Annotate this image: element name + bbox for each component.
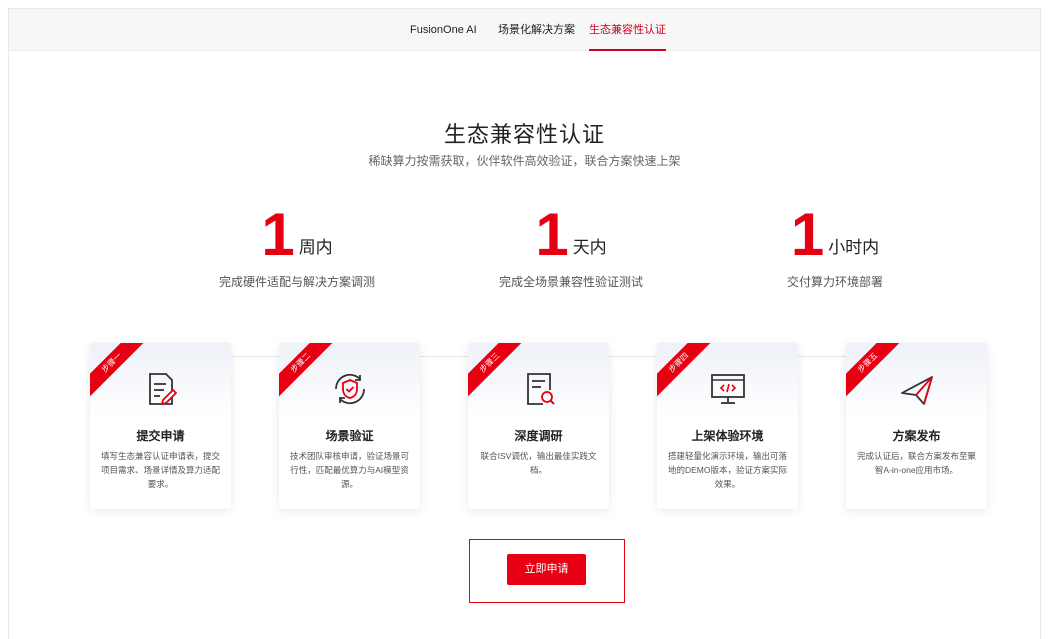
stat-unit: 天内 [572, 238, 607, 257]
stat-hour: 1 小时内 交付算力环境部署 [705, 205, 965, 290]
step-title: 提交申请 [136, 429, 185, 443]
step-description: 联合ISV调优，输出最佳实践文档。 [480, 451, 597, 475]
stat-description: 完成全场景兼容性验证测试 [498, 275, 643, 289]
step-card-research: 步骤三 深度调研 联合ISV调优，输出最佳实践文档。 [468, 343, 609, 509]
stat-week: 1 周内 完成硬件适配与解决方案调测 [167, 205, 427, 290]
stat-unit: 周内 [298, 238, 333, 257]
stat-number: 1 [790, 201, 825, 268]
stat-number: 1 [261, 201, 295, 268]
step-title: 场景验证 [325, 429, 374, 443]
step-card-publish: 步骤五 方案发布 完成认证后，联合方案发布至聚智A-in-one应用市场。 [846, 343, 987, 509]
step-badge: 步骤一 [90, 343, 146, 397]
document-edit-icon [148, 373, 177, 406]
tab-fusionone-ai[interactable]: FusionOne AI [410, 9, 477, 51]
step-description: 完成认证后，联合方案发布至聚智A-in-one应用市场。 [856, 451, 976, 475]
step-badge: 步骤五 [846, 343, 902, 397]
stat-day: 1 天内 完成全场景兼容性验证测试 [441, 205, 701, 290]
step-title: 方案发布 [892, 429, 941, 443]
page-frame: FusionOne AI 场景化解决方案 生态兼容性认证 生态兼容性认证 稀缺算… [8, 8, 1041, 639]
step-card-submit: 步骤一 提交申请 填写生态兼容认证申请表，提交项目需求、场景详情及算力适配要求。 [90, 343, 231, 509]
document-search-icon [526, 373, 555, 405]
step-card-deploy: 步骤四 上架体验环境 搭建轻量化演示环境，输出可落地的DEMO版本，验证方案实际… [657, 343, 798, 509]
page-title: 生态兼容性认证 [443, 122, 605, 147]
tab-eco-compat-cert[interactable]: 生态兼容性认证 [589, 9, 666, 51]
step-badge: 步骤四 [657, 343, 713, 397]
step-title: 上架体验环境 [691, 429, 764, 443]
apply-now-button[interactable]: 立即申请 [507, 554, 586, 585]
monitor-code-icon [710, 374, 745, 404]
stat-unit: 小时内 [828, 238, 880, 257]
step-card-verify: 步骤二 场景验证 技术团队审核申请，验证场景可行性，匹配最优算力与AI模型资源。 [279, 343, 420, 509]
paper-plane-icon [900, 376, 933, 405]
step-description: 技术团队审核申请，验证场景可行性，匹配最优算力与AI模型资源。 [289, 451, 409, 489]
step-description: 填写生态兼容认证申请表，提交项目需求、场景详情及算力适配要求。 [100, 451, 220, 489]
shield-check-icon [334, 373, 365, 405]
page-subtitle: 稀缺算力按需获取，伙伴软件高效验证，联合方案快速上架 [368, 154, 681, 168]
step-badge: 步骤三 [468, 343, 524, 397]
step-badge: 步骤二 [279, 343, 335, 397]
tab-scenario-solutions[interactable]: 场景化解决方案 [498, 9, 575, 51]
tab-bar: FusionOne AI 场景化解决方案 生态兼容性认证 [9, 9, 1040, 51]
stat-description: 完成硬件适配与解决方案调测 [218, 275, 375, 289]
step-title: 深度调研 [514, 429, 563, 443]
step-description: 搭建轻量化演示环境，输出可落地的DEMO版本，验证方案实际效果。 [667, 451, 787, 489]
stat-number: 1 [535, 201, 569, 268]
stat-description: 交付算力环境部署 [786, 275, 883, 289]
